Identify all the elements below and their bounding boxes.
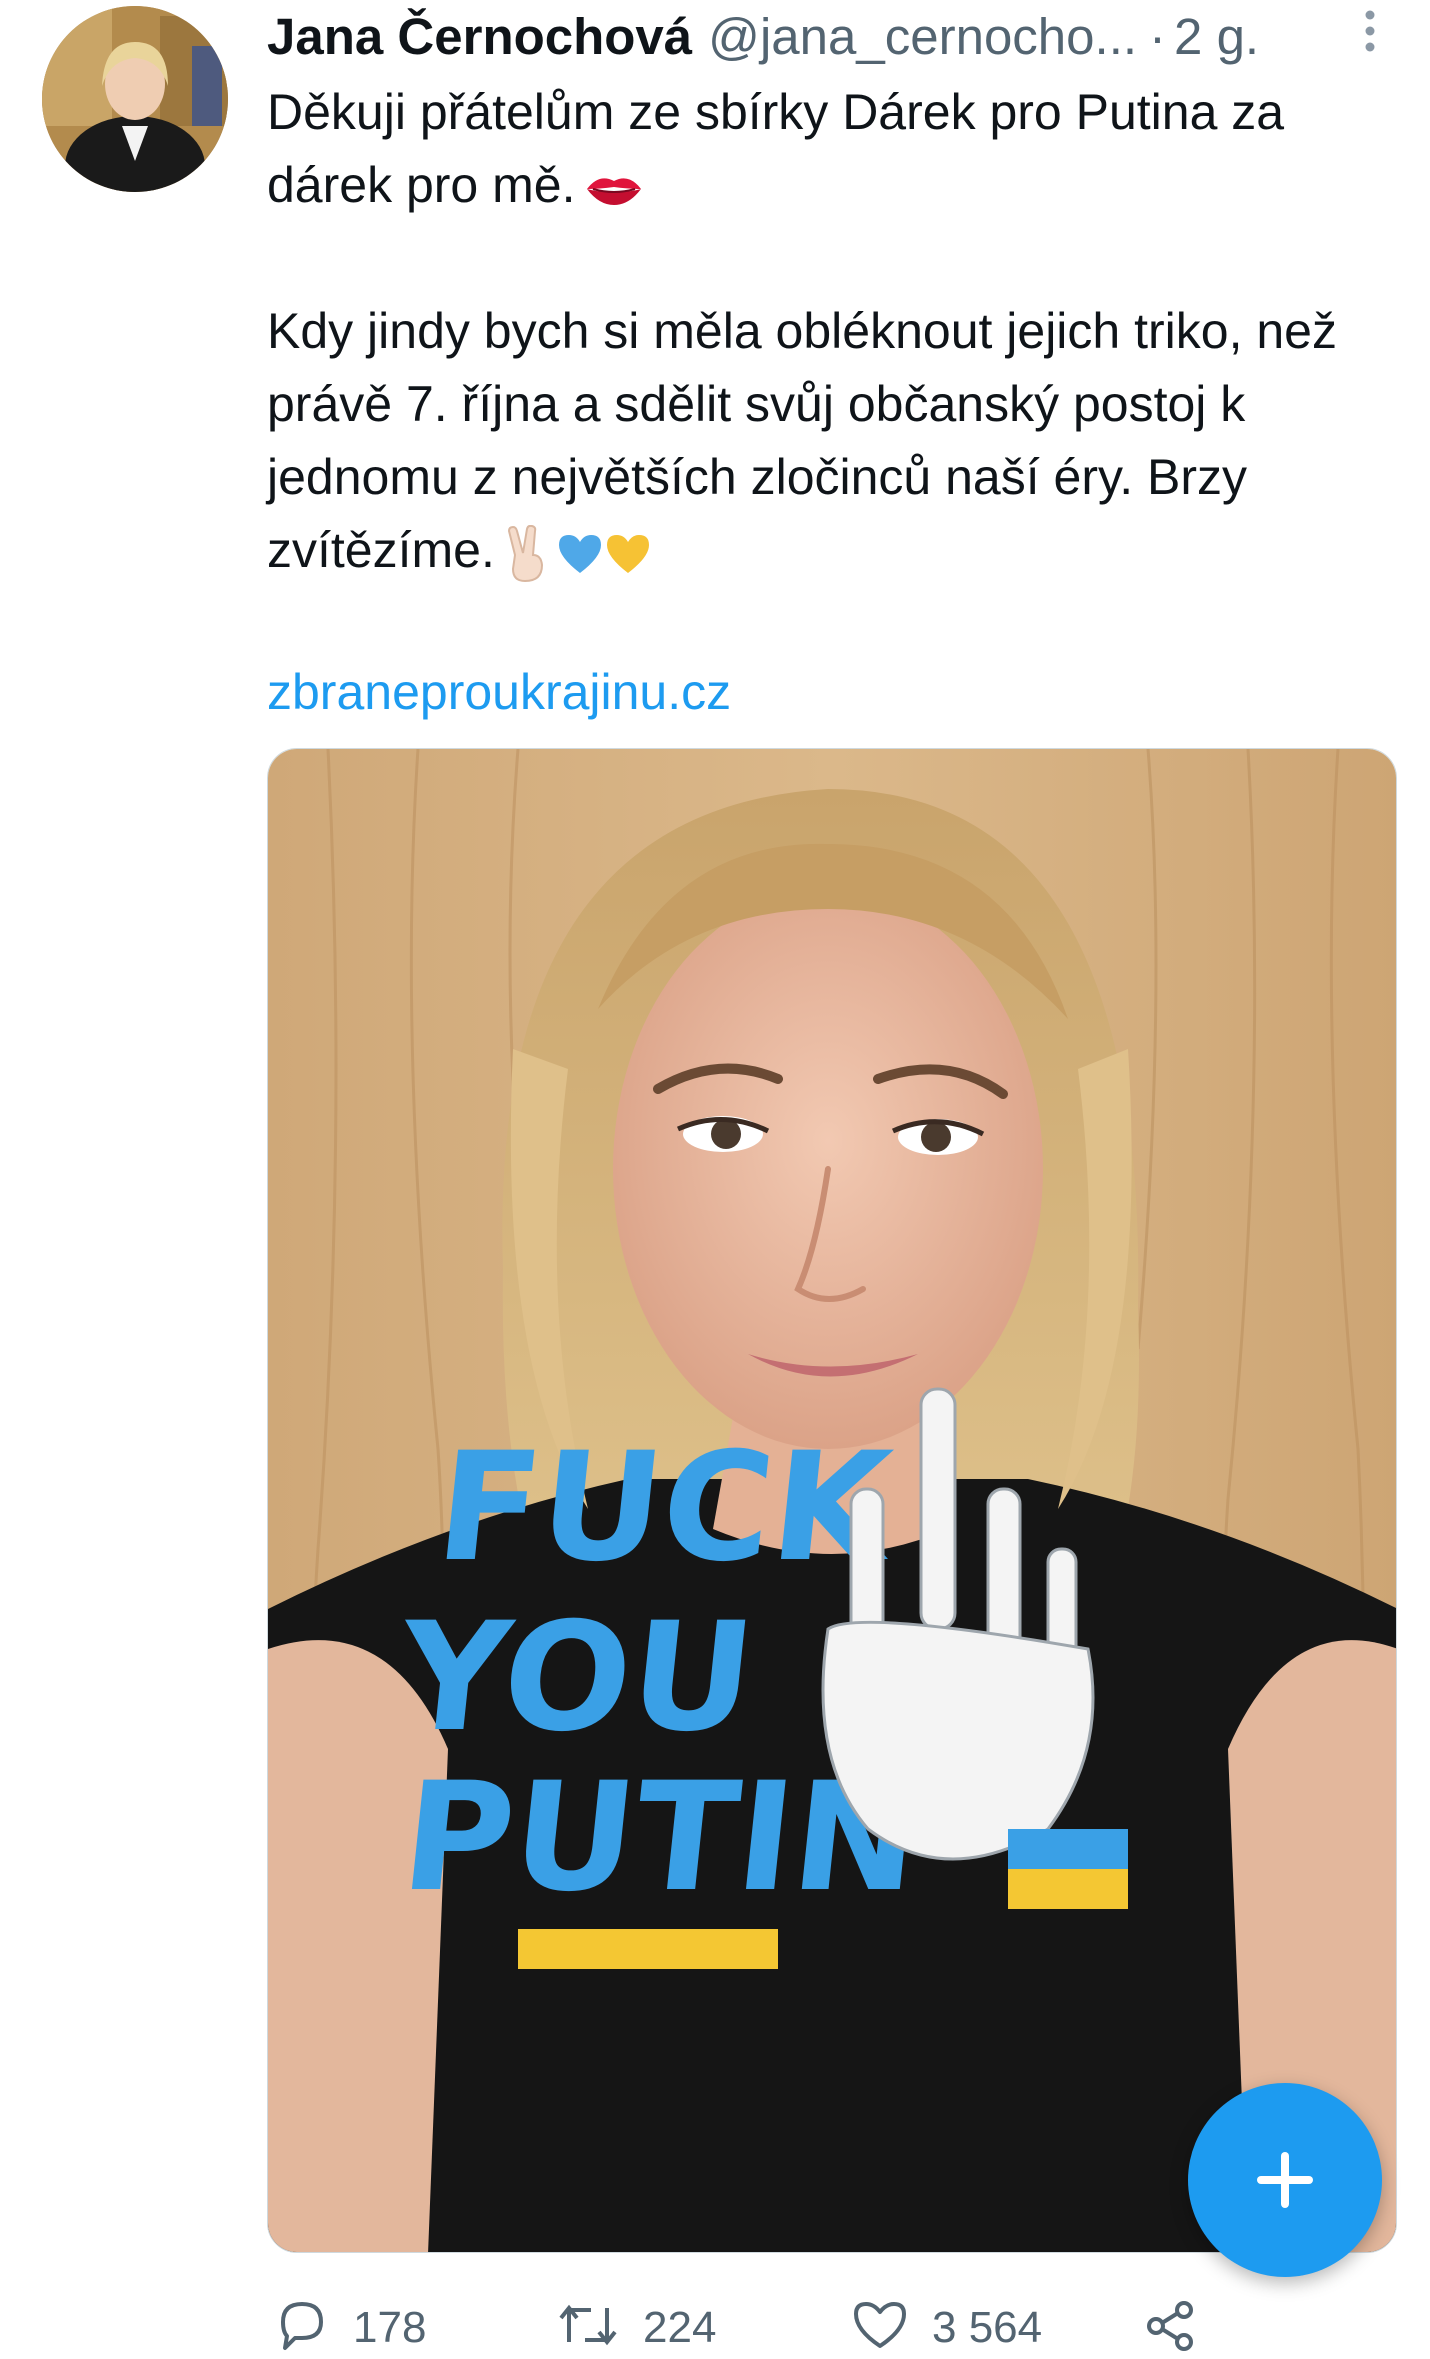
yellow-heart-emoji-icon [605,533,651,575]
plus-icon [1257,2152,1313,2208]
tweet-actions: 178 224 3 564 [267,2290,1397,2359]
tweet-header: Jana Černochová @jana_cernocho... · 2 g. [267,2,1387,72]
retweet-count: 224 [643,2303,717,2352]
tweet-screen: Jana Černochová @jana_cernocho... · 2 g.… [0,0,1430,2359]
author-name[interactable]: Jana Černochová [267,2,692,72]
tweet-link[interactable]: zbraneproukrajinu.cz [267,657,731,727]
retweet-button[interactable]: 224 [557,2298,716,2358]
tweet-photo[interactable]: FUCK YOU PUTIN [267,748,1397,2253]
tweet-time[interactable]: 2 g. [1174,2,1259,72]
kiss-mark-emoji-icon [585,171,643,207]
author-avatar[interactable] [42,6,228,192]
reply-button[interactable]: 178 [275,2298,426,2358]
share-button[interactable] [1142,2298,1222,2354]
header-separator: · [1149,8,1167,65]
compose-button[interactable] [1188,2083,1382,2277]
more-vertical-icon[interactable] [1358,8,1382,54]
shirt-print-line-2: YOU [389,1590,762,1765]
like-count: 3 564 [932,2303,1043,2352]
blue-heart-emoji-icon [557,533,603,575]
tweet-text: Děkuji přátelům ze sbírky Dárek pro Puti… [267,76,1407,587]
shirt-print-line-1: FUCK [429,1420,903,1595]
like-button[interactable]: 3 564 [852,2298,1042,2358]
tweet-paragraph-1: Děkuji přátelům ze sbírky Dárek pro Puti… [267,76,1407,222]
tweet-text-line-2: Kdy jindy bych si měla obléknout jejich … [267,303,1337,578]
tweet-paragraph-2: Kdy jindy bych si měla obléknout jejich … [267,295,1407,587]
victory-hand-emoji-icon [505,524,547,583]
reply-icon [281,2302,323,2350]
heart-icon [854,2302,906,2348]
reply-count: 178 [353,2303,427,2352]
retweet-icon [559,2304,617,2346]
share-icon [1147,2301,1193,2351]
author-handle[interactable]: @jana_cernocho... [708,2,1137,72]
tweet-text-line-1: Děkuji přátelům ze sbírky Dárek pro Puti… [267,84,1285,213]
